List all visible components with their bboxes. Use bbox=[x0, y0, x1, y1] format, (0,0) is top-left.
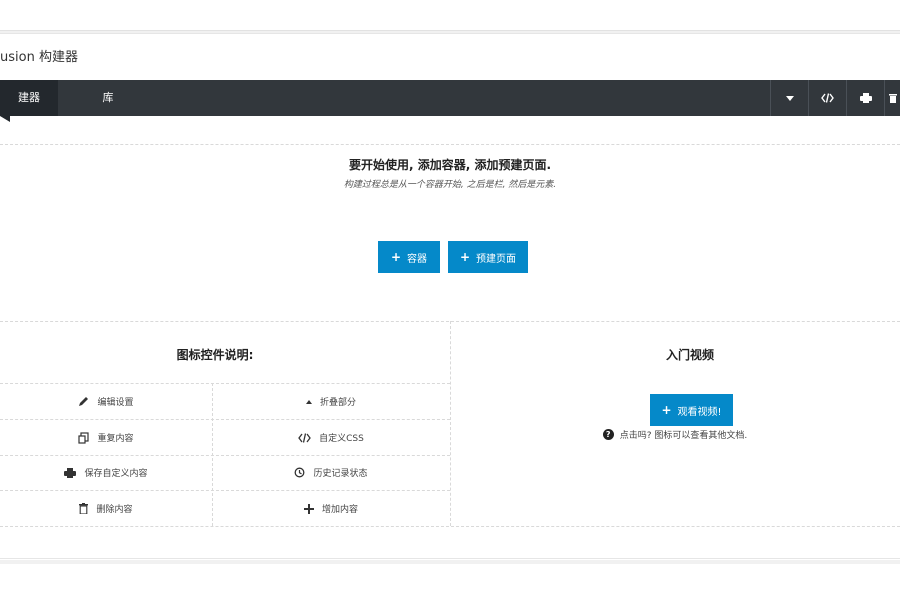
plus-icon: + bbox=[661, 403, 672, 417]
builder-toolbar: 建器 库 bbox=[0, 80, 900, 122]
clone-icon bbox=[78, 431, 90, 444]
legend-item-clone: 重复内容 bbox=[0, 420, 212, 455]
caret-down-icon bbox=[785, 95, 794, 101]
add-container-label: 容器 bbox=[407, 253, 428, 265]
code-button[interactable] bbox=[808, 80, 846, 116]
plus-icon bbox=[303, 503, 314, 514]
legend-item-label: 保存自定义内容 bbox=[84, 469, 148, 479]
prebuilt-page-button[interactable]: + 预建页面 bbox=[448, 241, 528, 273]
save-button[interactable] bbox=[846, 80, 884, 116]
dropdown-button[interactable] bbox=[770, 80, 808, 116]
printer-icon bbox=[64, 467, 77, 478]
delete-button[interactable] bbox=[884, 80, 900, 116]
printer-icon bbox=[859, 93, 872, 103]
help-text-label: 点击吗? 图标可以查看其他文档. bbox=[619, 431, 748, 441]
triangle-up-icon bbox=[305, 399, 312, 404]
question-icon[interactable]: ? bbox=[602, 429, 614, 440]
divider bbox=[0, 144, 900, 145]
add-container-button[interactable]: + 容器 bbox=[378, 241, 440, 273]
legend-item-label: 增加内容 bbox=[321, 505, 358, 515]
divider bbox=[0, 526, 900, 527]
plus-icon: + bbox=[390, 250, 402, 264]
code-icon bbox=[821, 93, 834, 103]
trash-icon bbox=[888, 94, 897, 103]
legend-item-label: 历史记录状态 bbox=[313, 469, 368, 479]
legend-item-delete: 删除内容 bbox=[0, 491, 212, 526]
legend-title: 图标控件说明: bbox=[176, 348, 254, 362]
legend-item-label: 编辑设置 bbox=[97, 398, 134, 408]
tab-library-label: 库 bbox=[102, 91, 114, 104]
code-icon bbox=[298, 432, 311, 443]
plus-icon: + bbox=[459, 250, 471, 264]
trash-icon bbox=[79, 503, 89, 514]
legend-item-collapse: 折叠部分 bbox=[212, 384, 450, 419]
panel-title: usion 构建器 bbox=[0, 50, 78, 65]
bottom-band bbox=[0, 560, 900, 564]
tab-builder-label: 建器 bbox=[18, 91, 40, 104]
legend-item-custom-css: 自定义CSS bbox=[212, 420, 450, 455]
empty-state-subtitle: 构建过程总是从一个容器开始, 之后是栏, 然后是元素. bbox=[343, 180, 557, 190]
top-strip bbox=[0, 0, 900, 31]
history-icon bbox=[295, 467, 305, 478]
pencil-icon bbox=[79, 397, 89, 406]
tab-builder[interactable]: 建器 bbox=[0, 80, 58, 122]
legend-item-label: 折叠部分 bbox=[319, 398, 356, 408]
tab-library[interactable]: 库 bbox=[80, 80, 136, 116]
legend-item-add: 增加内容 bbox=[212, 491, 450, 526]
legend-item-label: 重复内容 bbox=[97, 434, 134, 444]
legend-item-edit-settings: 编辑设置 bbox=[0, 384, 212, 419]
help-text: ? 点击吗? 图标可以查看其他文档. bbox=[450, 428, 900, 441]
videos-title: 入门视频 bbox=[665, 348, 714, 362]
watch-video-button[interactable]: + 观看视频! bbox=[650, 394, 733, 426]
legend-item-save-custom: 保存自定义内容 bbox=[0, 455, 212, 490]
legend-item-history: 历史记录状态 bbox=[212, 455, 450, 490]
legend-item-label: 删除内容 bbox=[96, 505, 133, 515]
prebuilt-page-label: 预建页面 bbox=[476, 253, 517, 265]
legend-item-label: 自定义CSS bbox=[319, 434, 364, 444]
watch-video-label: 观看视频! bbox=[677, 406, 722, 418]
empty-state-title: 要开始使用, 添加容器, 添加预建页面. bbox=[348, 158, 552, 172]
